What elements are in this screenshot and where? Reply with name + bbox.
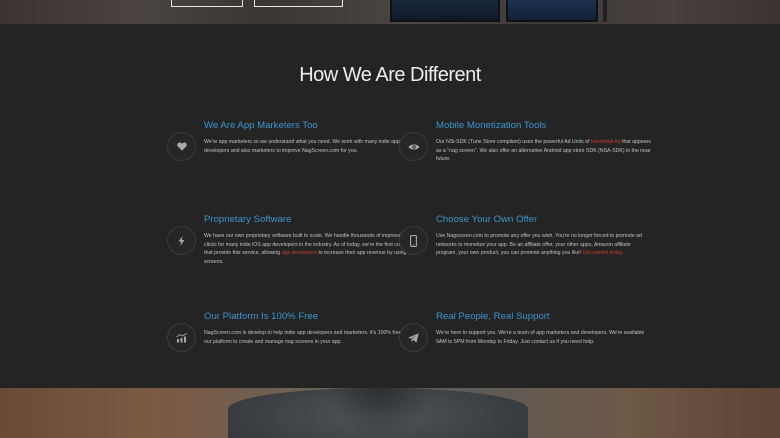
feature-app-marketers: We Are App Marketers Too We're app marke… — [167, 120, 419, 161]
feature-description: Use Nagscreen.com to promote any offer y… — [436, 233, 642, 257]
heart-icon — [167, 132, 196, 161]
feature-free-platform: Our Platform Is 100% Free NagScreen.com … — [167, 311, 419, 352]
device-edge-image — [603, 0, 607, 22]
hero-bottom-banner — [0, 388, 780, 438]
hero-secondary-button[interactable] — [254, 0, 343, 7]
feature-title: Mobile Monetization Tools — [436, 120, 547, 131]
feature-proprietary-software: Proprietary Software We have our own pro… — [167, 214, 419, 267]
feature-description: We're here to support you. We're a team … — [436, 330, 645, 345]
get-started-link[interactable]: Get started today — [582, 250, 621, 256]
feature-description: We're app marketers so we understand wha… — [204, 139, 400, 154]
app-developers-link[interactable]: app developers — [282, 250, 317, 256]
feature-title: Choose Your Own Offer — [436, 214, 538, 225]
feature-title: Our Platform Is 100% Free — [204, 311, 319, 322]
feature-description: We have our own proprietary software bui… — [204, 233, 417, 266]
interstitial-ad-link[interactable]: Interstitial Ad — [591, 139, 621, 145]
feature-monetization-tools: Mobile Monetization Tools Our NSi-SDK (T… — [399, 120, 651, 164]
photo-shading — [330, 388, 430, 438]
chart-icon — [167, 323, 196, 352]
lightning-icon — [167, 226, 196, 255]
feature-real-support: Real People, Real Support We're here to … — [399, 311, 651, 352]
feature-title: Real People, Real Support — [436, 311, 550, 322]
eye-icon — [399, 132, 428, 161]
hero-primary-button[interactable] — [171, 0, 243, 7]
feature-description: Our NSi-SDK (Tune Store compliant) uses … — [436, 139, 651, 163]
feature-description: NagScreen.com is develop to help indie a… — [204, 330, 417, 345]
smartphone-icon — [399, 226, 428, 255]
hero-top-banner — [0, 0, 780, 24]
section-title: How We Are Different — [299, 64, 481, 86]
tablet-image — [390, 0, 500, 22]
phone-image — [506, 0, 598, 22]
feature-title: Proprietary Software — [204, 214, 292, 225]
feature-choose-offer: Choose Your Own Offer Use Nagscreen.com … — [399, 214, 651, 258]
feature-title: We Are App Marketers Too — [204, 120, 318, 131]
paper-plane-icon — [399, 323, 428, 352]
page: How We Are Different We Are App Marketer… — [0, 0, 780, 438]
differences-section: How We Are Different We Are App Marketer… — [0, 24, 780, 388]
